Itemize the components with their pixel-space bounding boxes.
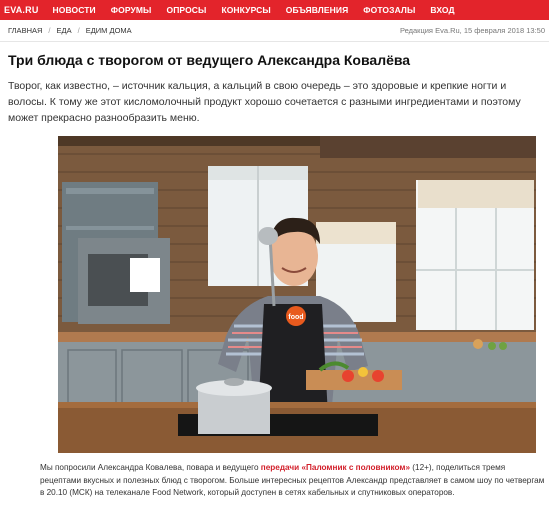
- breadcrumb-eat-at-home[interactable]: ЕДИМ ДОМА: [86, 26, 132, 35]
- nav-item-contests[interactable]: КОНКУРСЫ: [221, 5, 270, 15]
- nav-item-forums[interactable]: ФОРУМЫ: [111, 5, 152, 15]
- nav-item-news[interactable]: НОВОСТИ: [53, 5, 96, 15]
- site-logo[interactable]: EVA.RU: [4, 5, 39, 15]
- breadcrumb-separator: /: [48, 26, 51, 35]
- breadcrumb-separator: /: [77, 26, 80, 35]
- caption-text-start: Мы попросили Александра Ковалева, повара…: [40, 463, 261, 472]
- nav-item-login[interactable]: ВХОД: [430, 5, 454, 15]
- breadcrumb-trail: ГЛАВНАЯ / ЕДА / ЕДИМ ДОМА: [8, 26, 132, 35]
- nav-item-photo-galleries[interactable]: ФОТОЗАЛЫ: [363, 5, 415, 15]
- article-photo: food: [58, 136, 536, 453]
- show-link[interactable]: передачи «Паломник с половником»: [261, 463, 410, 472]
- breadcrumb: ГЛАВНАЯ / ЕДА / ЕДИМ ДОМА Редакция Eva.R…: [0, 20, 549, 42]
- breadcrumb-food[interactable]: ЕДА: [57, 26, 72, 35]
- kitchen-photo-illustration: food: [58, 136, 536, 453]
- article-caption: Мы попросили Александра Ковалева, повара…: [40, 462, 546, 500]
- page-title: Три блюда с творогом от ведущего Алексан…: [8, 52, 411, 68]
- nav-item-ads[interactable]: ОБЪЯВЛЕНИЯ: [286, 5, 349, 15]
- article-lead: Творог, как известно, – источник кальция…: [8, 80, 521, 124]
- breadcrumb-home[interactable]: ГЛАВНАЯ: [8, 26, 42, 35]
- nav-item-polls[interactable]: ОПРОСЫ: [166, 5, 206, 15]
- article-meta: Редакция Eva.Ru, 15 февраля 2018 13:50: [399, 26, 545, 35]
- apron-logo: food: [288, 314, 303, 321]
- top-navigation-bar: EVA.RU НОВОСТИ ФОРУМЫ ОПРОСЫ КОНКУРСЫ ОБ…: [0, 0, 549, 20]
